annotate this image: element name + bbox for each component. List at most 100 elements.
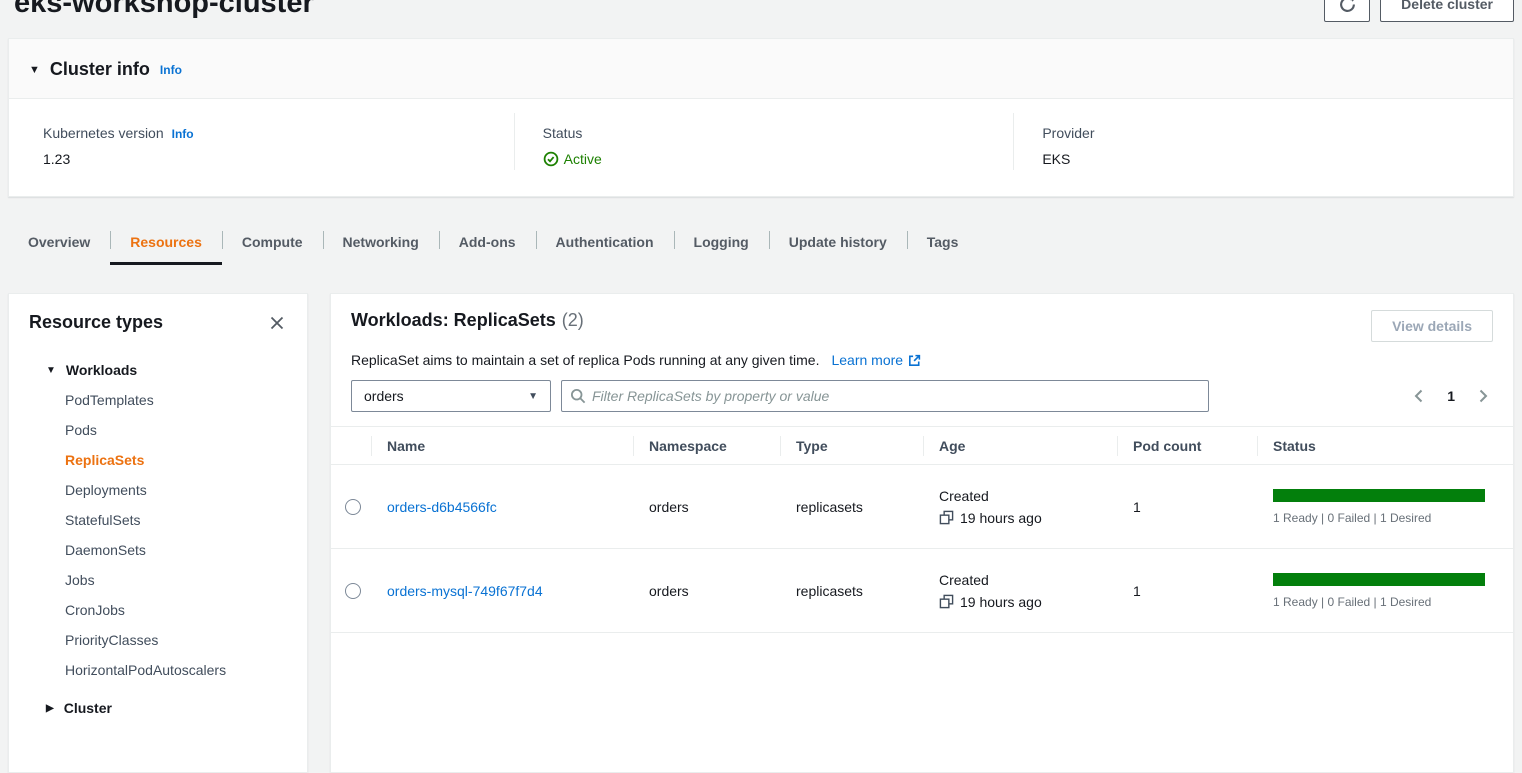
filter-search-box bbox=[561, 380, 1209, 412]
sidebar-item-jobs[interactable]: Jobs bbox=[9, 565, 307, 595]
refresh-icon bbox=[1339, 0, 1356, 13]
table-header-row: Name Namespace Type Age Pod count Status bbox=[331, 427, 1513, 465]
learn-more-link[interactable]: Learn more bbox=[831, 352, 922, 368]
chevron-left-icon bbox=[1411, 388, 1427, 404]
resource-types-heading: Resource types bbox=[29, 312, 163, 333]
column-header-age: Age bbox=[923, 427, 1117, 464]
sidebar-item-horizontalpodautoscalers[interactable]: HorizontalPodAutoscalers bbox=[9, 655, 307, 685]
provider-field: Provider EKS bbox=[1013, 113, 1513, 170]
cell-type: replicasets bbox=[796, 583, 923, 599]
column-header-type: Type bbox=[780, 427, 923, 464]
resource-types-sidebar: Resource types ▼ Workloads PodTemplates … bbox=[8, 293, 308, 773]
kubernetes-version-field: Kubernetes version Info 1.23 bbox=[9, 113, 514, 170]
close-sidebar-button[interactable] bbox=[267, 313, 287, 333]
kubernetes-version-info-link[interactable]: Info bbox=[172, 127, 194, 141]
delete-cluster-button[interactable]: Delete cluster bbox=[1380, 0, 1514, 22]
tab-overview[interactable]: Overview bbox=[8, 221, 110, 265]
panel-title: Workloads: ReplicaSets bbox=[351, 310, 556, 330]
selection-column-header bbox=[331, 427, 371, 464]
replicaset-name-link[interactable]: orders-mysql-749f67f7d4 bbox=[387, 583, 633, 599]
cell-type: replicasets bbox=[796, 499, 923, 515]
next-page-button[interactable] bbox=[1473, 386, 1493, 406]
age-created-label: Created bbox=[939, 572, 1117, 588]
status-bar bbox=[1273, 489, 1485, 502]
filter-search-input[interactable] bbox=[592, 388, 1200, 404]
sidebar-item-podtemplates[interactable]: PodTemplates bbox=[9, 385, 307, 415]
chevron-right-icon bbox=[1475, 388, 1491, 404]
sidebar-item-statefulsets[interactable]: StatefulSets bbox=[9, 505, 307, 535]
status-label: Status bbox=[543, 125, 583, 141]
search-icon bbox=[570, 388, 586, 404]
age-created-label: Created bbox=[939, 488, 1117, 504]
tab-add-ons[interactable]: Add-ons bbox=[439, 221, 536, 265]
cluster-info-title: Cluster info bbox=[50, 59, 150, 80]
group-workloads[interactable]: ▼ Workloads bbox=[9, 355, 307, 385]
header-actions: Delete cluster bbox=[1324, 0, 1514, 22]
tab-logging[interactable]: Logging bbox=[674, 221, 769, 265]
age-value: 19 hours ago bbox=[960, 594, 1042, 610]
result-count: (2) bbox=[562, 310, 584, 330]
tab-tags[interactable]: Tags bbox=[907, 221, 979, 265]
panel-description: ReplicaSet aims to maintain a set of rep… bbox=[351, 352, 819, 368]
sidebar-item-cronjobs[interactable]: CronJobs bbox=[9, 595, 307, 625]
pagination: 1 bbox=[1409, 386, 1493, 406]
triangle-right-icon: ▶ bbox=[46, 703, 54, 714]
replicaset-name-link[interactable]: orders-d6b4566fc bbox=[387, 499, 633, 515]
check-circle-icon bbox=[543, 151, 559, 167]
tab-authentication[interactable]: Authentication bbox=[536, 221, 674, 265]
refresh-button[interactable] bbox=[1324, 0, 1370, 22]
sidebar-item-replicasets[interactable]: ReplicaSets bbox=[9, 445, 307, 475]
group-cluster[interactable]: ▶ Cluster bbox=[9, 693, 307, 723]
cluster-info-panel: ▼ Cluster info Info Kubernetes version I… bbox=[8, 38, 1514, 197]
page-header: eks-workshop-cluster Delete cluster bbox=[0, 0, 1522, 38]
replicasets-panel: Workloads: ReplicaSets (2) View details R… bbox=[330, 293, 1514, 773]
column-header-status: Status bbox=[1257, 427, 1513, 464]
cell-age: Created 19 hours ago bbox=[923, 549, 1117, 632]
sidebar-item-pods[interactable]: Pods bbox=[9, 415, 307, 445]
cluster-info-body: Kubernetes version Info 1.23 Status Acti… bbox=[9, 99, 1513, 196]
panel-title-block: Workloads: ReplicaSets (2) bbox=[351, 310, 584, 331]
chevron-down-icon: ▼ bbox=[29, 64, 40, 76]
status-badge: Active bbox=[543, 151, 602, 167]
table-row: orders-d6b4566fc orders replicasets Crea… bbox=[331, 465, 1513, 549]
cell-namespace: orders bbox=[649, 583, 780, 599]
cluster-info-info-link[interactable]: Info bbox=[160, 63, 182, 77]
previous-page-button[interactable] bbox=[1409, 386, 1429, 406]
kubernetes-version-value: 1.23 bbox=[43, 151, 490, 167]
page-title: eks-workshop-cluster bbox=[14, 0, 314, 22]
sidebar-item-priorityclasses[interactable]: PriorityClasses bbox=[9, 625, 307, 655]
tab-networking[interactable]: Networking bbox=[323, 221, 439, 265]
close-icon bbox=[269, 315, 285, 331]
status-field: Status Active bbox=[514, 113, 1014, 170]
sidebar-item-daemonsets[interactable]: DaemonSets bbox=[9, 535, 307, 565]
resource-type-tree: ▼ Workloads PodTemplates Pods ReplicaSet… bbox=[9, 345, 307, 723]
tab-compute[interactable]: Compute bbox=[222, 221, 323, 265]
status-text: 1 Ready | 0 Failed | 1 Desired bbox=[1273, 511, 1513, 525]
triangle-down-icon: ▼ bbox=[46, 365, 56, 376]
cluster-info-header[interactable]: ▼ Cluster info Info bbox=[9, 39, 1513, 99]
status-bar bbox=[1273, 573, 1485, 586]
external-link-icon bbox=[907, 353, 922, 368]
cell-status: 1 Ready | 0 Failed | 1 Desired bbox=[1257, 549, 1513, 632]
kubernetes-version-label: Kubernetes version bbox=[43, 125, 164, 141]
sidebar-item-deployments[interactable]: Deployments bbox=[9, 475, 307, 505]
column-header-namespace: Namespace bbox=[633, 427, 780, 464]
tab-update-history[interactable]: Update history bbox=[769, 221, 907, 265]
selected-namespace: orders bbox=[364, 388, 404, 404]
status-value: Active bbox=[564, 151, 602, 167]
row-radio[interactable] bbox=[345, 499, 361, 515]
cell-status: 1 Ready | 0 Failed | 1 Desired bbox=[1257, 465, 1513, 548]
tab-resources[interactable]: Resources bbox=[110, 221, 222, 265]
caret-down-icon: ▼ bbox=[528, 391, 538, 402]
column-header-pod-count: Pod count bbox=[1117, 427, 1257, 464]
cell-namespace: orders bbox=[649, 499, 780, 515]
cell-pod-count: 1 bbox=[1133, 499, 1257, 515]
replicasets-table: Name Namespace Type Age Pod count Status… bbox=[331, 426, 1513, 633]
view-details-button[interactable]: View details bbox=[1371, 310, 1493, 342]
row-radio[interactable] bbox=[345, 583, 361, 599]
copy-icon[interactable] bbox=[939, 510, 954, 525]
cluster-tabs: Overview Resources Compute Networking Ad… bbox=[8, 221, 1514, 265]
age-value: 19 hours ago bbox=[960, 510, 1042, 526]
copy-icon[interactable] bbox=[939, 594, 954, 609]
namespace-filter-select[interactable]: orders ▼ bbox=[351, 380, 551, 412]
